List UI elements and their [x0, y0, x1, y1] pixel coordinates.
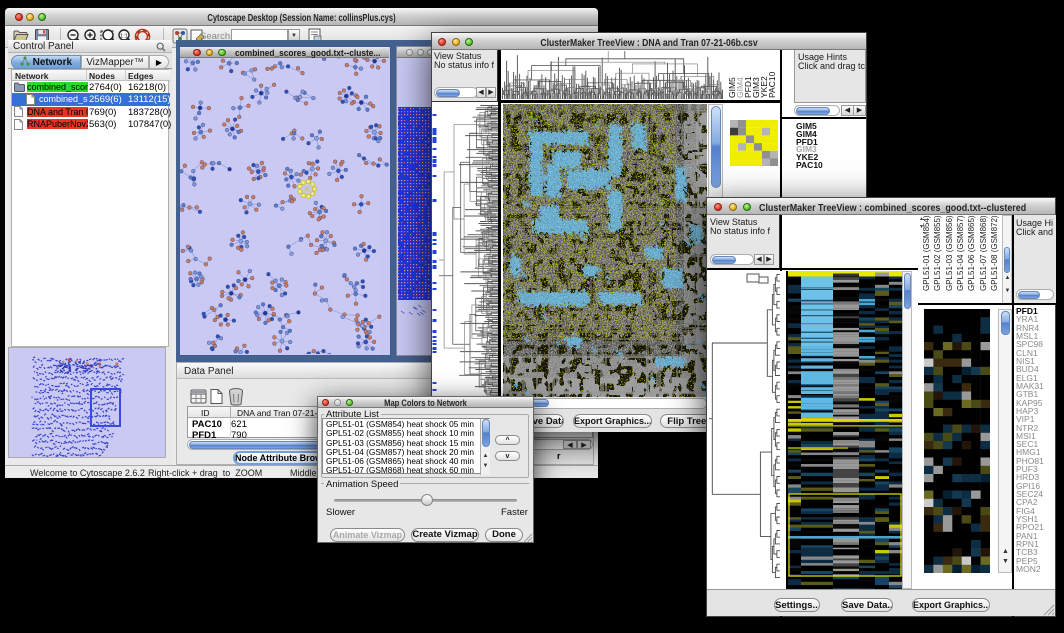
svg-text:1:1: 1:1 — [120, 33, 128, 39]
